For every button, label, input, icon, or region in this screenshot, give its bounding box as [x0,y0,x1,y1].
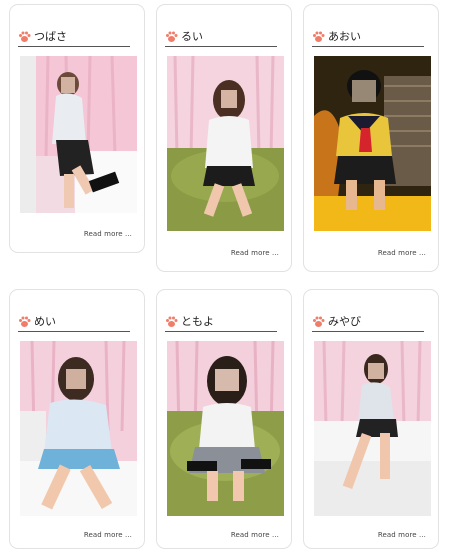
profile-card[interactable]: めい Read more ... [9,289,145,549]
profile-name: ともよ [181,315,214,328]
profile-photo[interactable] [314,341,431,516]
profile-name: つばさ [34,30,67,43]
card-header: みやび [312,314,424,332]
read-more-link[interactable]: Read more ... [378,531,426,539]
paw-icon [313,31,325,42]
profile-card[interactable]: つばさ Read more ... [9,4,145,253]
paw-icon [313,316,325,327]
profile-card[interactable]: るい Read more ... [156,4,292,272]
profile-photo[interactable] [20,341,137,516]
card-header: あおい [312,29,424,47]
read-more-link[interactable]: Read more ... [84,531,132,539]
paw-icon [19,316,31,327]
paw-icon [166,316,178,327]
profile-name: るい [181,30,203,43]
card-header: ともよ [165,314,277,332]
read-more-link[interactable]: Read more ... [378,249,426,257]
profile-photo[interactable] [167,56,284,231]
card-header: つばさ [18,29,130,47]
paw-icon [166,31,178,42]
profile-photo[interactable] [167,341,284,516]
profile-photo[interactable] [314,56,431,231]
read-more-link[interactable]: Read more ... [231,249,279,257]
profile-name: みやび [328,315,361,328]
profile-card[interactable]: あおい Read more ... [303,4,439,272]
profile-photo[interactable] [20,56,137,213]
paw-icon [19,31,31,42]
profile-card[interactable]: みやび Read more ... [303,289,439,549]
profile-card[interactable]: ともよ Read more ... [156,289,292,549]
profile-name: あおい [328,30,361,43]
read-more-link[interactable]: Read more ... [231,531,279,539]
card-header: るい [165,29,277,47]
profile-name: めい [34,315,56,328]
card-header: めい [18,314,130,332]
read-more-link[interactable]: Read more ... [84,230,132,238]
